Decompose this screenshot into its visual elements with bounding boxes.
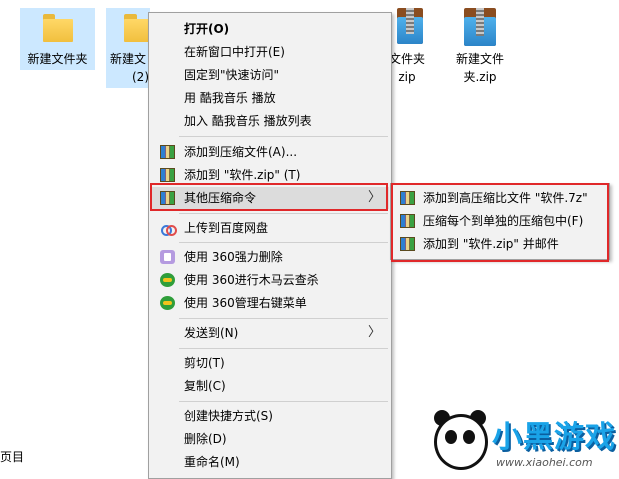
chevron-right-icon: 〉 bbox=[367, 325, 381, 340]
archive-icon bbox=[160, 145, 175, 159]
menu-separator bbox=[179, 401, 388, 402]
menu-item-create-shortcut[interactable]: 创建快捷方式(S) bbox=[151, 405, 389, 427]
edge-text: 页目 bbox=[0, 450, 25, 464]
menu-item-cut[interactable]: 剪切(T) bbox=[151, 352, 389, 374]
zip-archive-icon bbox=[397, 8, 423, 44]
menu-item-open-new-window[interactable]: 在新窗口中打开(E) bbox=[151, 41, 389, 63]
archive-icon bbox=[160, 168, 175, 182]
desktop-folder-1[interactable]: 新建文件夹 bbox=[20, 8, 95, 70]
menu-separator bbox=[179, 136, 388, 137]
archive-icon bbox=[400, 191, 415, 205]
menu-item-copy[interactable]: 复制(C) bbox=[151, 375, 389, 397]
menu-item-360-delete[interactable]: 使用 360强力删除 bbox=[151, 246, 389, 268]
compress-submenu: 添加到高压缩比文件 "软件.7z" 压缩每个到单独的压缩包中(F) 添加到 "软… bbox=[390, 183, 610, 260]
360-safe-icon bbox=[160, 296, 175, 310]
file-label: 新建文件夹 bbox=[27, 52, 88, 66]
folder-icon bbox=[42, 14, 73, 42]
360-delete-icon bbox=[160, 250, 175, 264]
menu-item-rename[interactable]: 重命名(M) bbox=[151, 451, 389, 473]
folder-icon bbox=[124, 14, 150, 42]
menu-item-kuwo-play[interactable]: 用 酷我音乐 播放 bbox=[151, 87, 389, 109]
menu-item-add-to-zip[interactable]: 添加到 "软件.zip" (T) bbox=[151, 164, 389, 186]
file-label-line2: zip bbox=[398, 70, 416, 84]
menu-item-360-scan[interactable]: 使用 360进行木马云查杀 bbox=[151, 269, 389, 291]
watermark-brand: 小黑游戏 bbox=[492, 420, 616, 455]
menu-item-send-to[interactable]: 发送到(N) 〉 bbox=[151, 322, 389, 344]
context-menu: 打开(O) 在新窗口中打开(E) 固定到"快速访问" 用 酷我音乐 播放 加入 … bbox=[148, 12, 392, 479]
file-label: 新建文 bbox=[110, 52, 147, 66]
submenu-item-add-7z[interactable]: 添加到高压缩比文件 "软件.7z" bbox=[393, 187, 607, 209]
panda-icon bbox=[434, 414, 488, 470]
menu-item-delete[interactable]: 删除(D) bbox=[151, 428, 389, 450]
menu-item-add-to-archive[interactable]: 添加到压缩文件(A)... bbox=[151, 141, 389, 163]
file-label: 文件夹 bbox=[388, 52, 425, 66]
chevron-right-icon: 〉 bbox=[367, 190, 381, 205]
menu-item-other-compress[interactable]: 其他压缩命令 〉 bbox=[151, 187, 389, 209]
submenu-item-compress-each[interactable]: 压缩每个到单独的压缩包中(F) bbox=[393, 210, 607, 232]
baidu-cloud-icon bbox=[160, 221, 177, 236]
file-label: 新建文件 bbox=[455, 52, 504, 66]
zip-archive-icon bbox=[464, 8, 496, 46]
desktop-zip-2[interactable]: 新建文件 夹.zip bbox=[448, 8, 512, 88]
360-safe-icon bbox=[160, 273, 175, 287]
watermark-logo: 小黑游戏 www.xiaohei.com bbox=[430, 408, 619, 477]
desktop-folder-2[interactable]: 新建文 (2) bbox=[106, 8, 150, 88]
file-label-line2: 夹.zip bbox=[463, 70, 497, 84]
archive-icon bbox=[400, 214, 415, 228]
menu-item-kuwo-playlist[interactable]: 加入 酷我音乐 播放列表 bbox=[151, 110, 389, 132]
menu-separator bbox=[179, 242, 388, 243]
menu-separator bbox=[179, 348, 388, 349]
menu-item-360-manage[interactable]: 使用 360管理右键菜单 bbox=[151, 292, 389, 314]
desktop-zip-1[interactable]: 文件夹 zip bbox=[387, 8, 427, 88]
watermark-url: www.xiaohei.com bbox=[496, 456, 593, 469]
menu-separator bbox=[179, 213, 388, 214]
menu-item-open[interactable]: 打开(O) bbox=[151, 18, 389, 40]
menu-item-upload-baidu[interactable]: 上传到百度网盘 bbox=[151, 217, 389, 239]
file-label-line2: (2) bbox=[132, 70, 149, 84]
menu-separator bbox=[179, 318, 388, 319]
submenu-item-zip-email[interactable]: 添加到 "软件.zip" 并邮件 bbox=[393, 233, 607, 255]
archive-icon bbox=[400, 237, 415, 251]
menu-item-pin-quick-access[interactable]: 固定到"快速访问" bbox=[151, 64, 389, 86]
archive-icon bbox=[160, 191, 175, 205]
